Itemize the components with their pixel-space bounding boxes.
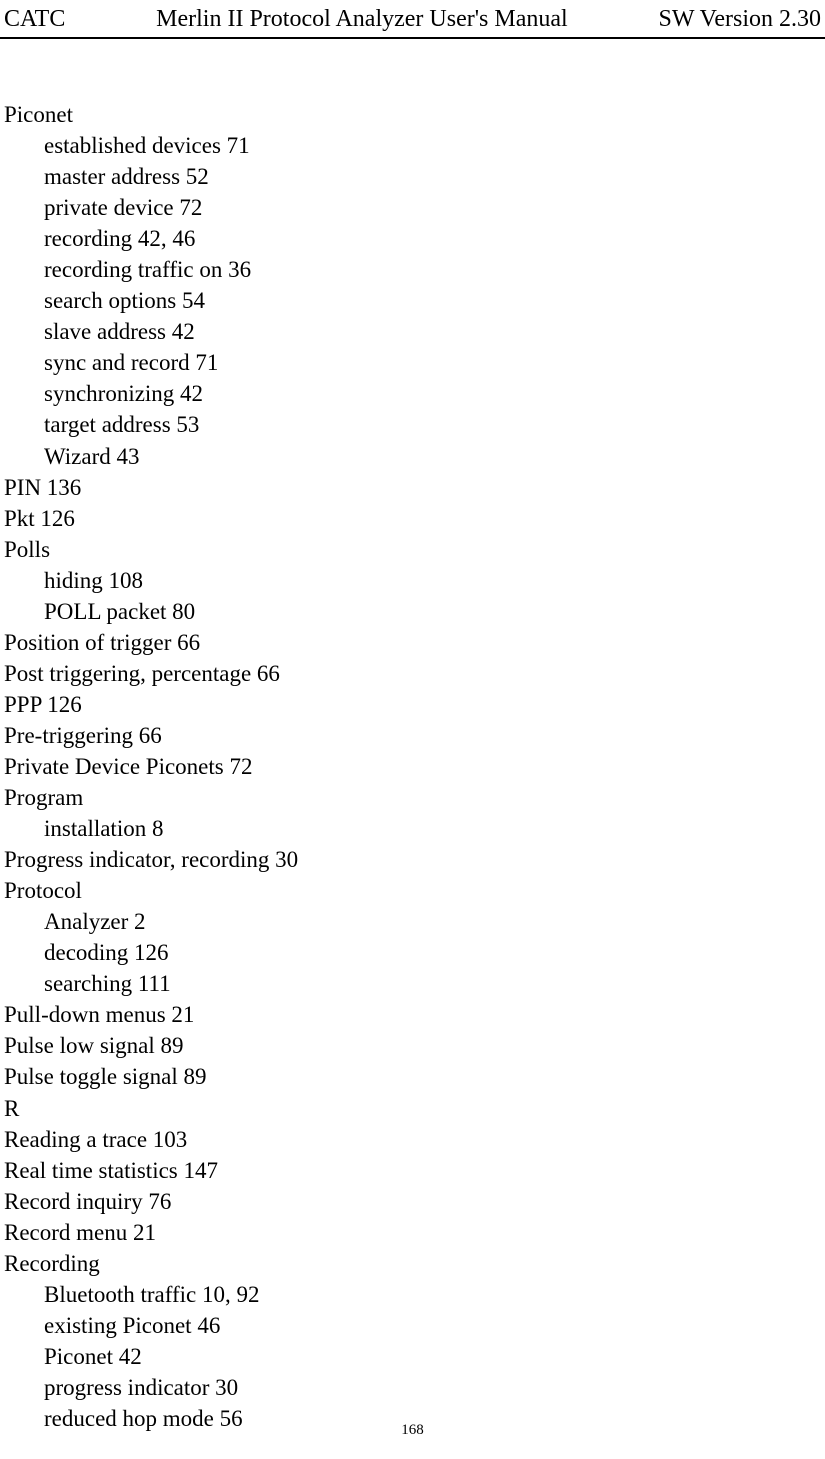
index-entry: Pkt 126 xyxy=(4,503,821,534)
index-entry: progress indicator 30 xyxy=(44,1372,821,1403)
index-entry: synchronizing 42 xyxy=(44,378,821,409)
index-entry: sync and record 71 xyxy=(44,347,821,378)
index-content: Piconetestablished devices 71master addr… xyxy=(0,39,825,1434)
index-entry: Private Device Piconets 72 xyxy=(4,751,821,782)
header-center: Merlin II Protocol Analyzer User's Manua… xyxy=(65,6,658,33)
index-entry: Record menu 21 xyxy=(4,1217,821,1248)
index-entry: Progress indicator, recording 30 xyxy=(4,844,821,875)
index-entry: master address 52 xyxy=(44,161,821,192)
index-entry: Pre-triggering 66 xyxy=(4,720,821,751)
index-entry: Pulse low signal 89 xyxy=(4,1030,821,1061)
index-entry: Protocol xyxy=(4,875,821,906)
index-entry: established devices 71 xyxy=(44,130,821,161)
index-entry: PPP 126 xyxy=(4,689,821,720)
index-entry: search options 54 xyxy=(44,285,821,316)
index-entry: Pulse toggle signal 89 xyxy=(4,1061,821,1092)
index-entry: Bluetooth traffic 10, 92 xyxy=(44,1279,821,1310)
index-entry: Recording xyxy=(4,1248,821,1279)
index-entry: target address 53 xyxy=(44,409,821,440)
index-entry: slave address 42 xyxy=(44,316,821,347)
index-entry: Analyzer 2 xyxy=(44,906,821,937)
index-entry: Real time statistics 147 xyxy=(4,1155,821,1186)
index-entry: PIN 136 xyxy=(4,472,821,503)
index-entry: recording 42, 46 xyxy=(44,223,821,254)
index-entry: private device 72 xyxy=(44,192,821,223)
index-entry: installation 8 xyxy=(44,813,821,844)
index-entry: Record inquiry 76 xyxy=(4,1186,821,1217)
index-entry: existing Piconet 46 xyxy=(44,1310,821,1341)
index-entry: Position of trigger 66 xyxy=(4,627,821,658)
index-entry: R xyxy=(4,1093,821,1124)
page-footer: 168 xyxy=(0,1422,825,1439)
index-entry: Reading a trace 103 xyxy=(4,1124,821,1155)
header-left: CATC xyxy=(4,6,65,33)
page-header: CATC Merlin II Protocol Analyzer User's … xyxy=(0,0,825,39)
index-entry: decoding 126 xyxy=(44,937,821,968)
page-number: 168 xyxy=(401,1422,424,1438)
header-right: SW Version 2.30 xyxy=(659,6,821,33)
index-entry: searching 111 xyxy=(44,968,821,999)
index-entry: Pull-down menus 21 xyxy=(4,999,821,1030)
index-entry: Program xyxy=(4,782,821,813)
index-entry: hiding 108 xyxy=(44,565,821,596)
index-entry: Wizard 43 xyxy=(44,441,821,472)
index-entry: POLL packet 80 xyxy=(44,596,821,627)
index-entry: Polls xyxy=(4,534,821,565)
index-entry: Piconet xyxy=(4,99,821,130)
index-entry: Post triggering, percentage 66 xyxy=(4,658,821,689)
index-entry: Piconet 42 xyxy=(44,1341,821,1372)
index-entry: recording traffic on 36 xyxy=(44,254,821,285)
